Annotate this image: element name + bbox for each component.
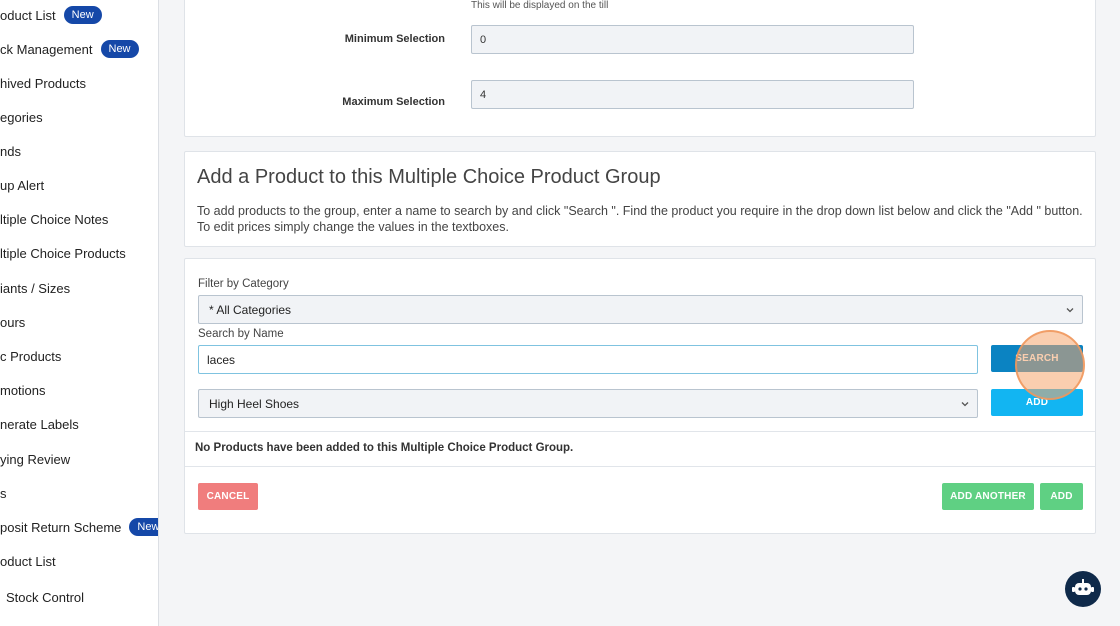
- sidebar-item-label: s: [0, 485, 7, 501]
- search-input[interactable]: laces: [198, 345, 978, 374]
- sidebar-item-tags[interactable]: s: [0, 482, 7, 504]
- add-another-button[interactable]: ADD ANOTHER: [942, 483, 1034, 510]
- section-description: To add products to the group, enter a na…: [197, 204, 1083, 234]
- sidebar-item-label: ours: [0, 314, 26, 330]
- sidebar-item-misc-products[interactable]: c Products: [0, 345, 61, 367]
- sidebar-item-label: motions: [0, 382, 46, 398]
- maximum-selection-input[interactable]: 4: [471, 80, 914, 109]
- add-product-button[interactable]: ADD: [991, 389, 1083, 416]
- sidebar-item-colours[interactable]: ours: [0, 311, 25, 333]
- minimum-selection-input[interactable]: 0: [471, 25, 914, 54]
- cancel-button[interactable]: CANCEL: [198, 483, 258, 510]
- sidebar-item-label: up Alert: [0, 177, 45, 193]
- sidebar-item-label: nds: [0, 143, 21, 159]
- add-product-info-panel: Add a Product to this Multiple Choice Pr…: [184, 151, 1096, 247]
- sidebar-item-stock-control[interactable]: Stock Control: [6, 586, 84, 608]
- sidebar-item-label: posit Return Scheme: [0, 519, 122, 535]
- empty-products-message: No Products have been added to this Mult…: [195, 442, 574, 454]
- sidebar-item-variants-sizes[interactable]: iants / Sizes: [0, 277, 70, 299]
- sidebar-item-buying-review[interactable]: ying Review: [0, 448, 70, 470]
- product-select-value: High Heel Shoes: [209, 396, 300, 411]
- till-display-hint: This will be displayed on the till: [471, 0, 609, 11]
- sidebar-item-label: ck Management: [0, 41, 93, 57]
- sidebar-item-stock-management[interactable]: ck Management New: [0, 38, 139, 60]
- sidebar-item-label: oduct List: [0, 7, 56, 23]
- search-name-label: Search by Name: [198, 328, 284, 340]
- sidebar-item-generate-labels[interactable]: nerate Labels: [0, 413, 79, 435]
- sidebar: oduct List New ck Management New hived P…: [0, 0, 159, 626]
- new-badge: New: [129, 518, 158, 536]
- sidebar-item-archived-products[interactable]: hived Products: [0, 72, 86, 94]
- minimum-selection-label: Minimum Selection: [344, 33, 445, 45]
- chatbot-button[interactable]: [1065, 571, 1101, 607]
- sidebar-item-brands[interactable]: nds: [0, 140, 21, 162]
- sidebar-item-label: ltiple Choice Products: [0, 245, 126, 261]
- chatbot-icon: [1072, 579, 1094, 595]
- section-title: Add a Product to this Multiple Choice Pr…: [197, 166, 661, 188]
- sidebar-item-group-alert[interactable]: up Alert: [0, 174, 44, 196]
- sidebar-item-label: hived Products: [0, 75, 86, 91]
- sidebar-item-categories[interactable]: egories: [0, 106, 43, 128]
- new-badge: New: [63, 6, 102, 24]
- sidebar-item-multiple-choice-notes[interactable]: ltiple Choice Notes: [0, 208, 108, 230]
- add-product-form-panel: Filter by Category * All Categories Sear…: [184, 258, 1096, 534]
- sidebar-item-label: egories: [0, 109, 43, 125]
- sidebar-item-label: c Products: [0, 348, 62, 364]
- new-badge: New: [100, 40, 139, 58]
- sidebar-item-promotions[interactable]: motions: [0, 379, 46, 401]
- chevron-down-icon: [1066, 308, 1074, 313]
- category-select[interactable]: * All Categories: [198, 295, 1083, 324]
- sidebar-item-product-list[interactable]: oduct List New: [0, 4, 102, 26]
- sidebar-item-label: oduct List: [0, 553, 56, 569]
- sidebar-item-label: ying Review: [0, 451, 71, 467]
- sidebar-item-deposit-return-scheme[interactable]: posit Return Scheme New: [0, 516, 158, 538]
- sidebar-item-label: nerate Labels: [0, 416, 79, 432]
- add-button[interactable]: ADD: [1040, 483, 1083, 510]
- filter-category-label: Filter by Category: [198, 278, 289, 290]
- selection-settings-panel: This will be displayed on the till Minim…: [184, 0, 1096, 137]
- sidebar-item-product-list-2[interactable]: oduct List: [0, 550, 56, 572]
- divider: [185, 431, 1095, 432]
- product-select[interactable]: High Heel Shoes: [198, 389, 978, 418]
- maximum-selection-label: Maximum Selection: [342, 96, 445, 108]
- sidebar-item-label: ltiple Choice Notes: [0, 211, 109, 227]
- search-button[interactable]: SEARCH: [991, 345, 1083, 372]
- category-select-value: * All Categories: [209, 302, 292, 317]
- divider: [185, 466, 1095, 467]
- sidebar-item-label: Stock Control: [6, 589, 85, 605]
- sidebar-item-label: iants / Sizes: [0, 280, 71, 296]
- sidebar-item-multiple-choice-products[interactable]: ltiple Choice Products: [0, 242, 126, 264]
- chevron-down-icon: [961, 402, 969, 407]
